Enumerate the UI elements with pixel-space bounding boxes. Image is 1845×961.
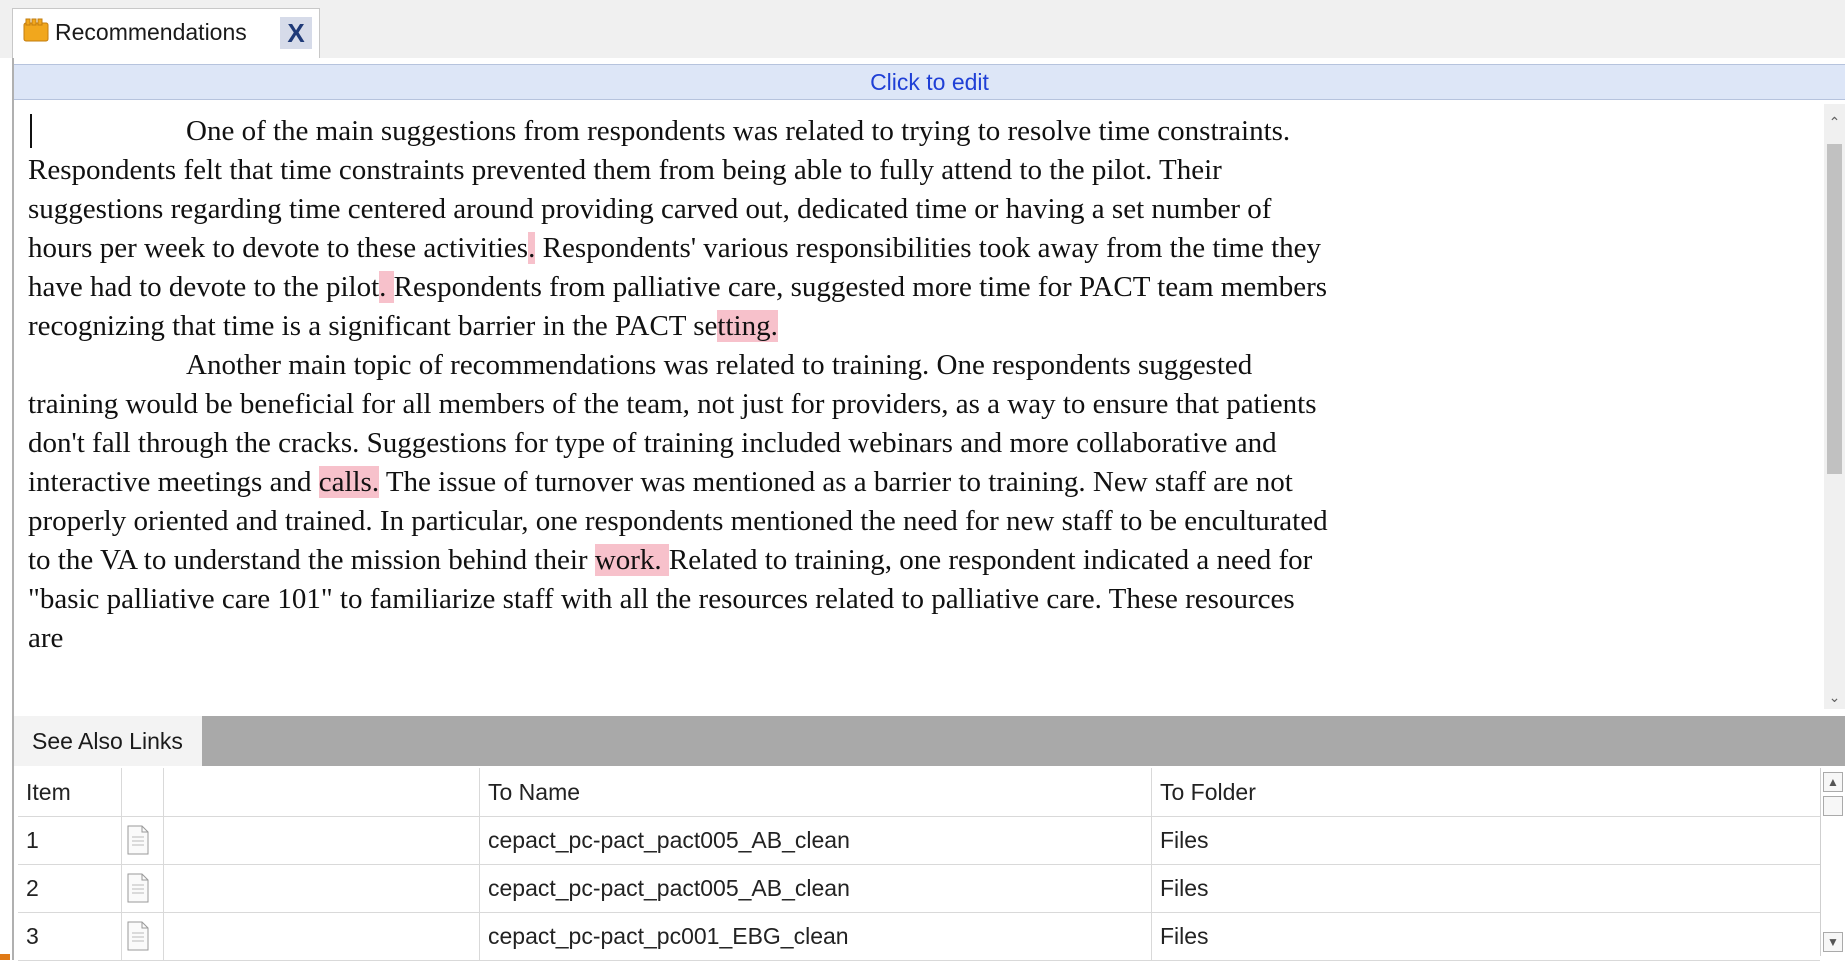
row-blank [164, 912, 480, 960]
row-item: 2 [18, 864, 122, 912]
grid-scroll-down-icon[interactable]: ▼ [1823, 932, 1843, 952]
status-marker [0, 954, 10, 960]
grid-header-row: Item To Name To Folder [18, 768, 1820, 817]
row-item: 3 [18, 912, 122, 960]
paragraph-1: One of the main suggestions from respond… [28, 112, 1328, 346]
column-header-icon[interactable] [122, 768, 164, 816]
highlighted-text: calls. [318, 466, 380, 498]
tab-label: Recommendations [55, 19, 247, 45]
scrollbar-thumb[interactable] [1827, 144, 1842, 474]
tab-strip: Recommendations X [0, 0, 1845, 58]
column-header-item[interactable]: Item [18, 768, 122, 816]
table-row[interactable]: 2 cepact_pc-pact_pact005_AB_clean Files [18, 864, 1820, 913]
row-item: 1 [18, 816, 122, 864]
links-tab-bar: See Also Links [14, 716, 1845, 766]
table-row[interactable]: 1 cepact_pc-pact_pact005_AB_clean Files [18, 816, 1820, 865]
highlighted-text: tting. [717, 310, 778, 342]
row-to-name: cepact_pc-pact_pc001_EBG_clean [480, 912, 1152, 960]
paragraph-2: Another main topic of recommendations wa… [28, 346, 1328, 658]
row-to-folder: Files [1160, 875, 1209, 901]
document-view[interactable]: One of the main suggestions from respond… [14, 104, 1824, 709]
column-header-to-name[interactable]: To Name [480, 768, 1152, 816]
highlighted-text: work. [594, 544, 669, 576]
tab-see-also-links[interactable]: See Also Links [14, 716, 202, 766]
row-blank [164, 816, 480, 864]
grid-scroll-up-icon[interactable]: ▲ [1823, 772, 1843, 792]
folder-icon [23, 18, 49, 42]
row-to-folder: Files [1160, 827, 1209, 853]
document-text: One of the main suggestions from respond… [28, 112, 1328, 658]
grid-scroll-thumb[interactable] [1823, 796, 1843, 816]
close-icon[interactable]: X [280, 17, 312, 49]
tab-recommendations[interactable]: Recommendations X [12, 8, 320, 58]
scroll-down-icon[interactable]: ⌄ [1827, 689, 1842, 705]
highlighted-text: . [379, 271, 394, 303]
row-to-folder: Files [1160, 923, 1209, 949]
column-header-blank[interactable] [164, 768, 480, 816]
document-icon [122, 912, 164, 960]
column-header-to-folder[interactable]: To Folder [1152, 768, 1820, 816]
click-to-edit-link[interactable]: Click to edit [14, 64, 1845, 100]
row-blank [164, 864, 480, 912]
document-scrollbar[interactable]: ⌃ ⌄ [1824, 104, 1845, 709]
table-row[interactable]: 3 cepact_pc-pact_pc001_EBG_clean Files [18, 912, 1820, 961]
grid-scrollbar[interactable]: ▲ ▼ [1820, 768, 1845, 956]
scroll-up-icon[interactable]: ⌃ [1827, 114, 1842, 130]
see-also-links-grid: Item To Name To Folder 1 cepact_pc-pact_… [18, 768, 1820, 961]
row-to-name: cepact_pc-pact_pact005_AB_clean [480, 864, 1152, 912]
document-icon [122, 864, 164, 912]
document-icon [122, 816, 164, 864]
row-to-name: cepact_pc-pact_pact005_AB_clean [480, 816, 1152, 864]
